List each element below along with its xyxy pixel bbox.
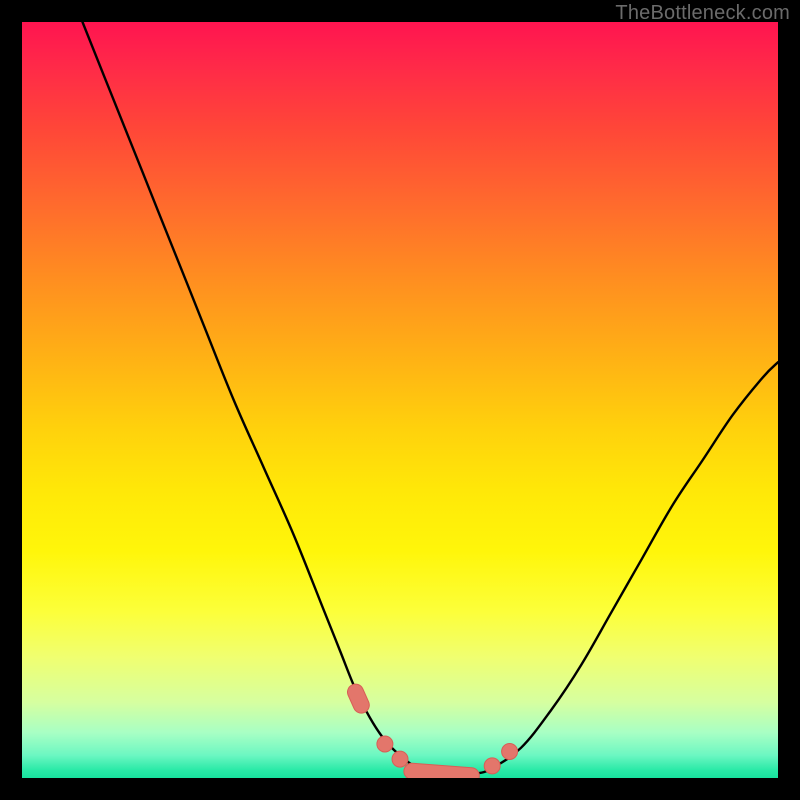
curve-markers [345,682,518,778]
curve-marker-dot [502,744,518,760]
bottleneck-curve [83,22,779,774]
chart-frame: TheBottleneck.com [0,0,800,800]
curve-marker-pill [403,763,480,778]
plot-area [22,22,778,778]
curve-marker-dot [484,758,500,774]
curve-marker-dot [392,751,408,767]
curve-marker-pill [345,682,372,716]
watermark-text: TheBottleneck.com [615,2,790,25]
curve-marker-dot [377,736,393,752]
curve-layer [22,22,778,778]
